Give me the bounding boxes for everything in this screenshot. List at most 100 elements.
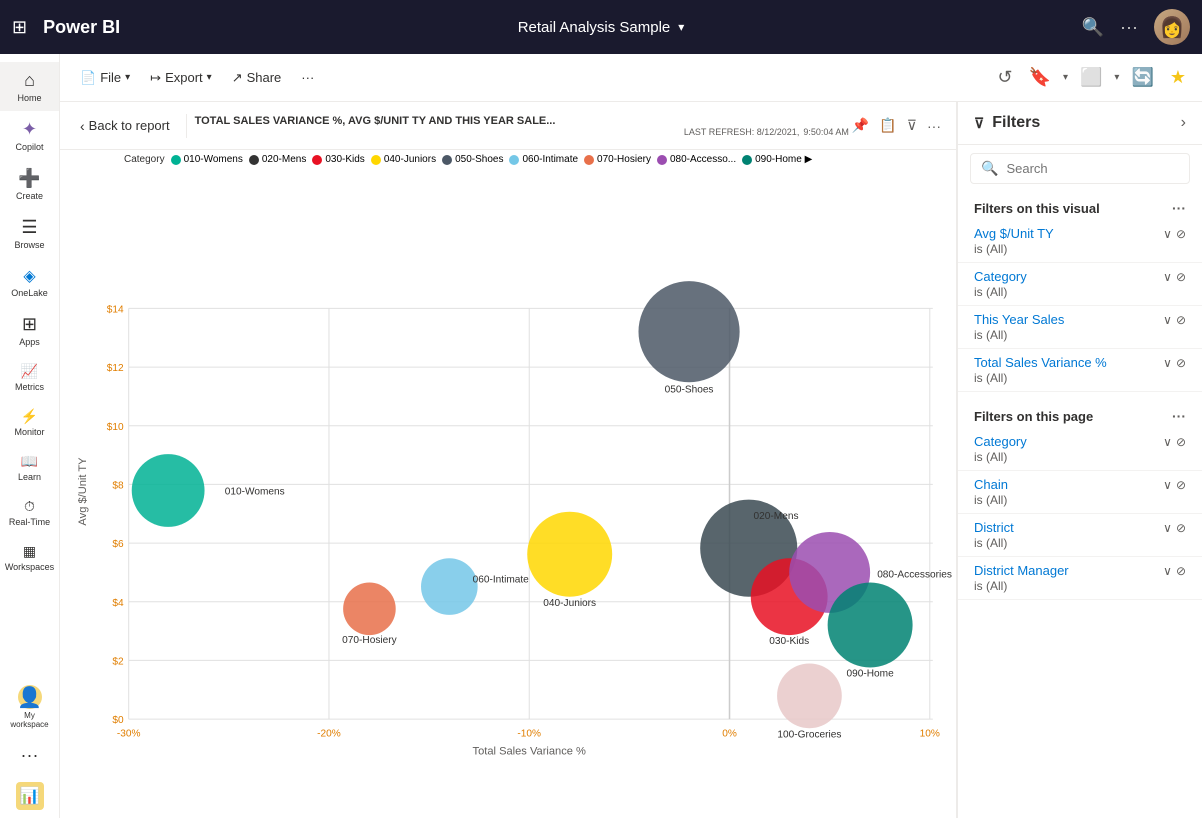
undo-button[interactable]: ↺ bbox=[993, 63, 1016, 92]
apps-icon: ⊞ bbox=[22, 314, 37, 335]
report-title-chevron[interactable]: ▾ bbox=[678, 20, 684, 34]
toolbar-more-button[interactable]: ··· bbox=[293, 66, 322, 89]
legend-label-010: 010-Womens bbox=[184, 154, 243, 165]
toolbar: 📄 File ▾ ↦ Export ▾ ↗ Share ··· ↺ 🔖 ▾ ⬜ bbox=[60, 54, 1202, 102]
bubble-050-shoes[interactable] bbox=[638, 281, 739, 382]
filter-visual-button[interactable]: ⊽ bbox=[904, 114, 920, 137]
legend-label-020: 020-Mens bbox=[262, 154, 306, 165]
filter-district-clear[interactable]: ⊘ bbox=[1176, 521, 1186, 535]
filters-header: ⊽ Filters › bbox=[958, 102, 1202, 145]
svg-text:$0: $0 bbox=[112, 715, 124, 726]
filter-page-category-value: is (All) bbox=[974, 450, 1186, 464]
bubble-010-womens[interactable] bbox=[132, 454, 205, 527]
bookmark-chevron[interactable]: ▾ bbox=[1063, 72, 1068, 83]
svg-text:$14: $14 bbox=[107, 304, 124, 315]
filter-district-manager-clear[interactable]: ⊘ bbox=[1176, 564, 1186, 578]
bubble-040-juniors[interactable] bbox=[527, 512, 612, 597]
visual-header-meta: LAST REFRESH: 8/12/2021, 9:50:04 AM bbox=[195, 127, 849, 137]
filter-search-box[interactable]: 🔍 bbox=[970, 153, 1190, 184]
sidebar-item-home[interactable]: ⌂ Home bbox=[0, 62, 59, 111]
search-input[interactable] bbox=[1006, 161, 1182, 176]
bookmark-button[interactable]: 🔖 bbox=[1025, 63, 1055, 92]
filter-total-variance-clear[interactable]: ⊘ bbox=[1176, 356, 1186, 370]
view-button[interactable]: ⬜ bbox=[1076, 63, 1106, 92]
filters-page-more-icon[interactable]: ··· bbox=[1172, 408, 1186, 424]
filter-this-year-sales-clear[interactable]: ⊘ bbox=[1176, 313, 1186, 327]
bubble-100-groceries[interactable] bbox=[777, 663, 842, 728]
filter-chain-clear[interactable]: ⊘ bbox=[1176, 478, 1186, 492]
pin-visual-button[interactable]: 📌 bbox=[849, 114, 872, 137]
back-to-report-button[interactable]: ‹ Back to report bbox=[72, 114, 178, 138]
sidebar-item-create[interactable]: ➕ Create bbox=[0, 160, 59, 209]
sidebar-item-more[interactable]: ··· bbox=[0, 737, 59, 774]
sidebar-item-monitor[interactable]: ⚡ Monitor bbox=[0, 400, 59, 445]
filter-page-category-clear[interactable]: ⊘ bbox=[1176, 435, 1186, 449]
svg-text:10%: 10% bbox=[920, 728, 940, 739]
last-refresh-time: 9:50:04 AM bbox=[803, 127, 849, 137]
filter-chain-expand[interactable]: ∨ bbox=[1163, 478, 1172, 492]
filter-item-this-year-sales: This Year Sales ∨ ⊘ is (All) bbox=[958, 306, 1202, 349]
copy-visual-button[interactable]: 📋 bbox=[876, 114, 899, 137]
filters-on-visual-section: Filters on this visual ··· bbox=[958, 192, 1202, 220]
sidebar-item-workspaces[interactable]: ▦ Workspaces bbox=[0, 535, 59, 580]
svg-text:090-Home: 090-Home bbox=[847, 669, 895, 680]
browse-icon: ☰ bbox=[21, 217, 37, 238]
more-nav-icon[interactable]: ··· bbox=[1120, 17, 1138, 38]
sidebar-item-learn[interactable]: 📖 Learn bbox=[0, 445, 59, 490]
filter-avg-unit-expand[interactable]: ∨ bbox=[1163, 227, 1172, 241]
top-nav: ⊞ Power BI Retail Analysis Sample ▾ 🔍 ··… bbox=[0, 0, 1202, 54]
filter-category-clear[interactable]: ⊘ bbox=[1176, 270, 1186, 284]
filters-title-text: Filters bbox=[992, 114, 1040, 132]
filters-title: ⊽ Filters bbox=[974, 114, 1181, 132]
svg-text:$4: $4 bbox=[112, 598, 124, 609]
filter-total-variance-expand[interactable]: ∨ bbox=[1163, 356, 1172, 370]
filters-visual-title: Filters on this visual bbox=[974, 201, 1100, 216]
sidebar-item-apps[interactable]: ⊞ Apps bbox=[0, 306, 59, 355]
waffle-icon[interactable]: ⊞ bbox=[12, 17, 27, 38]
search-nav-icon[interactable]: 🔍 bbox=[1082, 17, 1104, 38]
legend-item-020: 020-Mens bbox=[249, 154, 306, 165]
export-button[interactable]: ↦ Export ▾ bbox=[142, 66, 220, 90]
sidebar-label-home: Home bbox=[17, 93, 41, 103]
svg-text:060-Intimate: 060-Intimate bbox=[473, 575, 530, 586]
share-icon: ↗ bbox=[232, 70, 243, 86]
filter-item-page-category: Category ∨ ⊘ is (All) bbox=[958, 428, 1202, 471]
filters-visual-more-icon[interactable]: ··· bbox=[1172, 200, 1186, 216]
export-icon: ↦ bbox=[150, 70, 161, 86]
filter-district-manager-expand[interactable]: ∨ bbox=[1163, 564, 1172, 578]
sidebar-item-onelake[interactable]: ◈ OneLake bbox=[0, 258, 59, 306]
filter-category-expand[interactable]: ∨ bbox=[1163, 270, 1172, 284]
copilot-icon: ✦ bbox=[22, 119, 37, 140]
filter-district-expand[interactable]: ∨ bbox=[1163, 521, 1172, 535]
svg-text:030-Kids: 030-Kids bbox=[769, 636, 809, 647]
filter-this-year-sales-name: This Year Sales bbox=[974, 312, 1064, 327]
bubble-060-intimate[interactable] bbox=[421, 558, 478, 615]
filter-page-category-name: Category bbox=[974, 434, 1027, 449]
sidebar-item-realtime[interactable]: ⏱ Real-Time bbox=[0, 490, 59, 535]
favorite-button[interactable]: ★ bbox=[1166, 63, 1190, 92]
sidebar-item-metrics[interactable]: 📈 Metrics bbox=[0, 355, 59, 400]
avatar[interactable]: 👩 bbox=[1154, 9, 1190, 45]
svg-text:$10: $10 bbox=[107, 422, 124, 433]
onelake-icon: ◈ bbox=[23, 266, 35, 286]
report-area: ‹ Back to report TOTAL SALES VARIANCE %,… bbox=[60, 102, 1202, 818]
bubble-070-hosiery[interactable] bbox=[343, 583, 396, 636]
legend-dot-010 bbox=[171, 155, 181, 165]
filter-page-category-expand[interactable]: ∨ bbox=[1163, 435, 1172, 449]
sidebar-item-myworkspace[interactable]: 👤 My workspace bbox=[0, 677, 59, 737]
more-visual-button[interactable]: ··· bbox=[924, 115, 944, 137]
home-icon: ⌂ bbox=[24, 70, 35, 91]
file-label: File bbox=[100, 70, 121, 85]
filter-this-year-sales-expand[interactable]: ∨ bbox=[1163, 313, 1172, 327]
sidebar-item-browse[interactable]: ☰ Browse bbox=[0, 209, 59, 258]
filter-avg-unit-clear[interactable]: ⊘ bbox=[1176, 227, 1186, 241]
view-chevron[interactable]: ▾ bbox=[1114, 72, 1119, 83]
share-button[interactable]: ↗ Share bbox=[224, 66, 290, 90]
sidebar-item-copilot[interactable]: ✦ Copilot bbox=[0, 111, 59, 160]
filter-avg-unit-value: is (All) bbox=[974, 242, 1186, 256]
bubble-090-home[interactable] bbox=[828, 583, 913, 668]
file-button[interactable]: 📄 File ▾ bbox=[72, 66, 138, 90]
myworkspace-icon: 👤 bbox=[18, 685, 42, 709]
filters-expand-icon[interactable]: › bbox=[1181, 114, 1186, 132]
refresh-button[interactable]: 🔄 bbox=[1127, 63, 1157, 92]
